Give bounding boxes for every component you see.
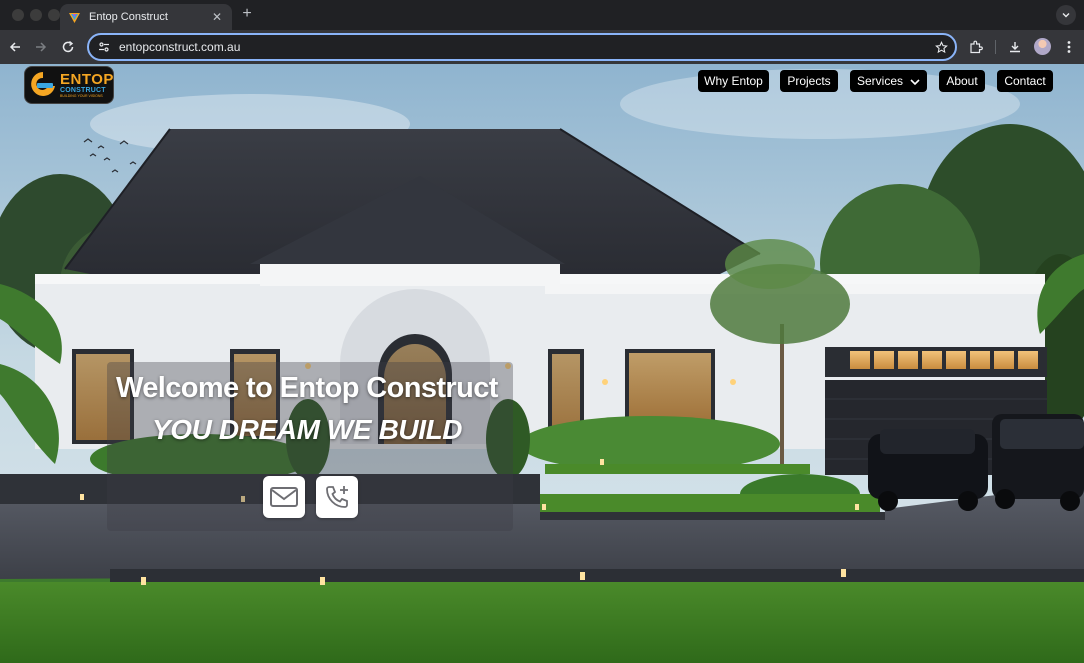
logo-slogan: BUILDING YOUR VISIONS [60, 93, 103, 98]
nav-services[interactable]: Services [850, 70, 927, 92]
tab-title: Entop Construct [89, 11, 168, 23]
arrow-right-icon [36, 42, 47, 52]
nav-about[interactable]: About [939, 70, 985, 92]
site-settings-icon[interactable] [97, 40, 111, 54]
nav-contact[interactable]: Contact [997, 70, 1053, 92]
back-button[interactable] [5, 37, 25, 57]
new-tab-button[interactable]: + [238, 5, 256, 23]
site-logo[interactable]: ENTOP CONSTRUCT BUILDING YOUR VISIONS [24, 66, 114, 104]
arrow-left-icon [9, 42, 20, 52]
nav-services-label: Services [857, 74, 904, 88]
logo-wordmark: ENTOP [60, 70, 114, 88]
window-close-dot[interactable] [12, 9, 24, 21]
browser-toolbar: entopconstruct.com.au [0, 30, 1084, 64]
toolbar-separator [995, 40, 996, 54]
chevron-down-icon [910, 79, 920, 86]
nav-projects[interactable]: Projects [780, 70, 838, 92]
mail-icon [270, 487, 298, 507]
phone-add-icon [326, 486, 348, 508]
window-minimize-dot[interactable] [30, 9, 42, 21]
bookmark-star-icon[interactable] [931, 37, 951, 57]
download-icon[interactable] [1005, 37, 1025, 57]
reload-icon [62, 40, 74, 53]
logo-subtitle: CONSTRUCT [60, 86, 106, 94]
forward-button[interactable] [31, 37, 51, 57]
tab-close-icon[interactable]: ✕ [210, 10, 224, 24]
logo-mark-icon [29, 70, 57, 100]
email-button[interactable] [263, 476, 305, 518]
tab-search-button[interactable] [1056, 5, 1076, 25]
hero-title: Welcome to Entop Construct [116, 372, 498, 404]
window-zoom-dot[interactable] [48, 9, 60, 21]
extensions-icon[interactable] [966, 37, 986, 57]
url-text[interactable]: entopconstruct.com.au [119, 40, 931, 54]
browser-tab-strip: Entop Construct ✕ + [0, 0, 1084, 30]
reload-button[interactable] [58, 37, 78, 57]
address-bar[interactable]: entopconstruct.com.au [87, 33, 957, 61]
more-menu-icon[interactable] [1059, 37, 1079, 57]
hero-tagline: YOU DREAM WE BUILD [152, 414, 463, 445]
browser-tab-active[interactable]: Entop Construct ✕ [60, 4, 232, 30]
chevron-down-icon [1062, 13, 1070, 18]
nav-why-entop[interactable]: Why Entop [698, 70, 769, 92]
call-button[interactable] [316, 476, 358, 518]
page-viewport: ENTOP CONSTRUCT BUILDING YOUR VISIONS Wh… [0, 64, 1084, 663]
profile-avatar[interactable] [1034, 38, 1051, 55]
favicon-icon [68, 11, 81, 24]
